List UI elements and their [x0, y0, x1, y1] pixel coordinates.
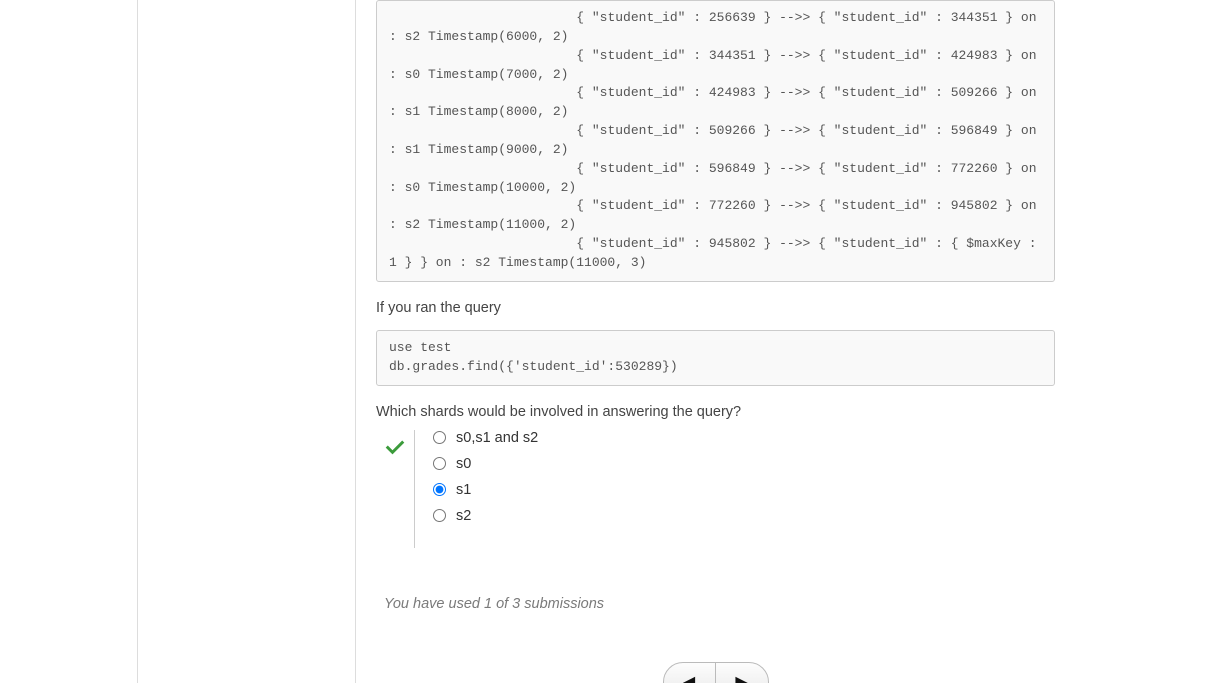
option-3-radio[interactable] [433, 509, 446, 522]
option-1-label: s0 [456, 456, 471, 472]
next-button[interactable]: ▶ [716, 663, 768, 683]
options-list: s0,s1 and s2 s0 s1 s2 [414, 430, 538, 548]
left-rail [0, 0, 138, 683]
query-code: use test db.grades.find({'student_id':53… [376, 330, 1055, 386]
check-icon [383, 434, 407, 461]
option-3-label: s2 [456, 508, 471, 524]
triangle-left-icon: ◀ [683, 672, 695, 683]
option-2-radio[interactable] [433, 483, 446, 496]
submissions-status: You have used 1 of 3 submissions [384, 596, 1055, 612]
answer-section: s0,s1 and s2 s0 s1 s2 [376, 430, 1055, 548]
main-content: { "student_id" : 256639 } -->> { "studen… [355, 0, 1075, 683]
option-3[interactable]: s2 [433, 508, 538, 524]
option-0-radio[interactable] [433, 431, 446, 444]
option-2-label: s1 [456, 482, 471, 498]
option-1[interactable]: s0 [433, 456, 538, 472]
nav-buttons: ◀ ▶ [376, 662, 1055, 683]
nav-pill: ◀ ▶ [663, 662, 769, 683]
shard-ranges-code: { "student_id" : 256639 } -->> { "studen… [376, 0, 1055, 282]
option-0[interactable]: s0,s1 and s2 [433, 430, 538, 446]
option-1-radio[interactable] [433, 457, 446, 470]
result-indicator [376, 430, 414, 461]
triangle-right-icon: ▶ [735, 672, 747, 683]
prev-button[interactable]: ◀ [664, 663, 716, 683]
prompt-text-if-query: If you ran the query [376, 300, 1055, 316]
option-0-label: s0,s1 and s2 [456, 430, 538, 446]
question-text: Which shards would be involved in answer… [376, 404, 1055, 420]
option-2[interactable]: s1 [433, 482, 538, 498]
